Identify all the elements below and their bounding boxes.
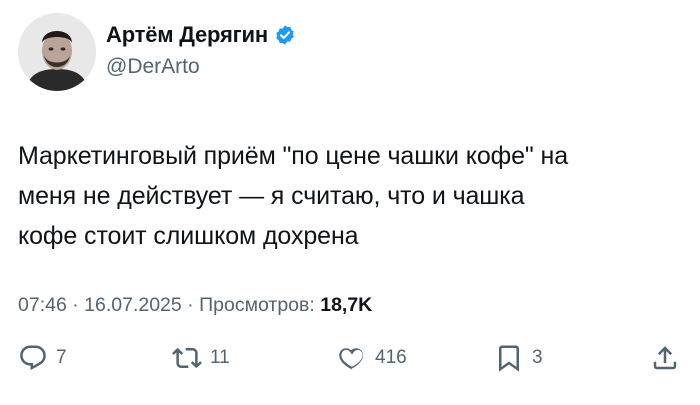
- repost-count: 11: [210, 347, 230, 368]
- author-name[interactable]: Артём Дерягин: [106, 22, 268, 48]
- bookmark-count: 3: [532, 347, 543, 368]
- tweet-text-line: меня не действует — я считаю, что и чашк…: [18, 182, 525, 210]
- tweet-text-line: Маркетинговый приём "по цене чашки кофе"…: [18, 142, 569, 170]
- avatar[interactable]: [18, 13, 96, 91]
- action-bar: 7 11 416 3: [0, 343, 700, 387]
- meta-separator: ·: [181, 294, 200, 316]
- verified-badge-icon: [276, 25, 294, 45]
- tweet-time[interactable]: 07:46: [18, 294, 67, 316]
- share-button[interactable]: [650, 343, 680, 373]
- author-handle[interactable]: @DerArto: [106, 55, 200, 79]
- meta-separator: ·: [66, 294, 85, 316]
- repost-icon: [172, 347, 202, 369]
- bookmark-button[interactable]: 3: [494, 343, 543, 373]
- heart-icon: [339, 348, 364, 370]
- tweet-date[interactable]: 16.07.2025: [84, 294, 182, 316]
- views-count: 18,7K: [320, 294, 373, 316]
- reply-count: 7: [56, 347, 67, 368]
- reply-icon: [20, 345, 46, 371]
- author-name-row[interactable]: Артём Дерягин: [106, 22, 296, 48]
- user-photo-icon: [18, 13, 96, 91]
- tweet-text-line: кофе стоит слишком дохрена: [18, 222, 359, 250]
- repost-button[interactable]: 11: [172, 343, 230, 373]
- tweet-meta: 07:46 · 16.07.2025 · Просмотров: 18,7K: [18, 294, 372, 317]
- like-button[interactable]: 416: [337, 343, 407, 373]
- share-icon: [653, 346, 677, 370]
- bookmark-icon: [499, 345, 519, 372]
- reply-button[interactable]: 7: [18, 343, 67, 373]
- views-label: Просмотров:: [199, 294, 315, 316]
- like-count: 416: [375, 347, 407, 368]
- tweet-text: Маркетинговый приём "по цене чашки кофе"…: [18, 136, 683, 256]
